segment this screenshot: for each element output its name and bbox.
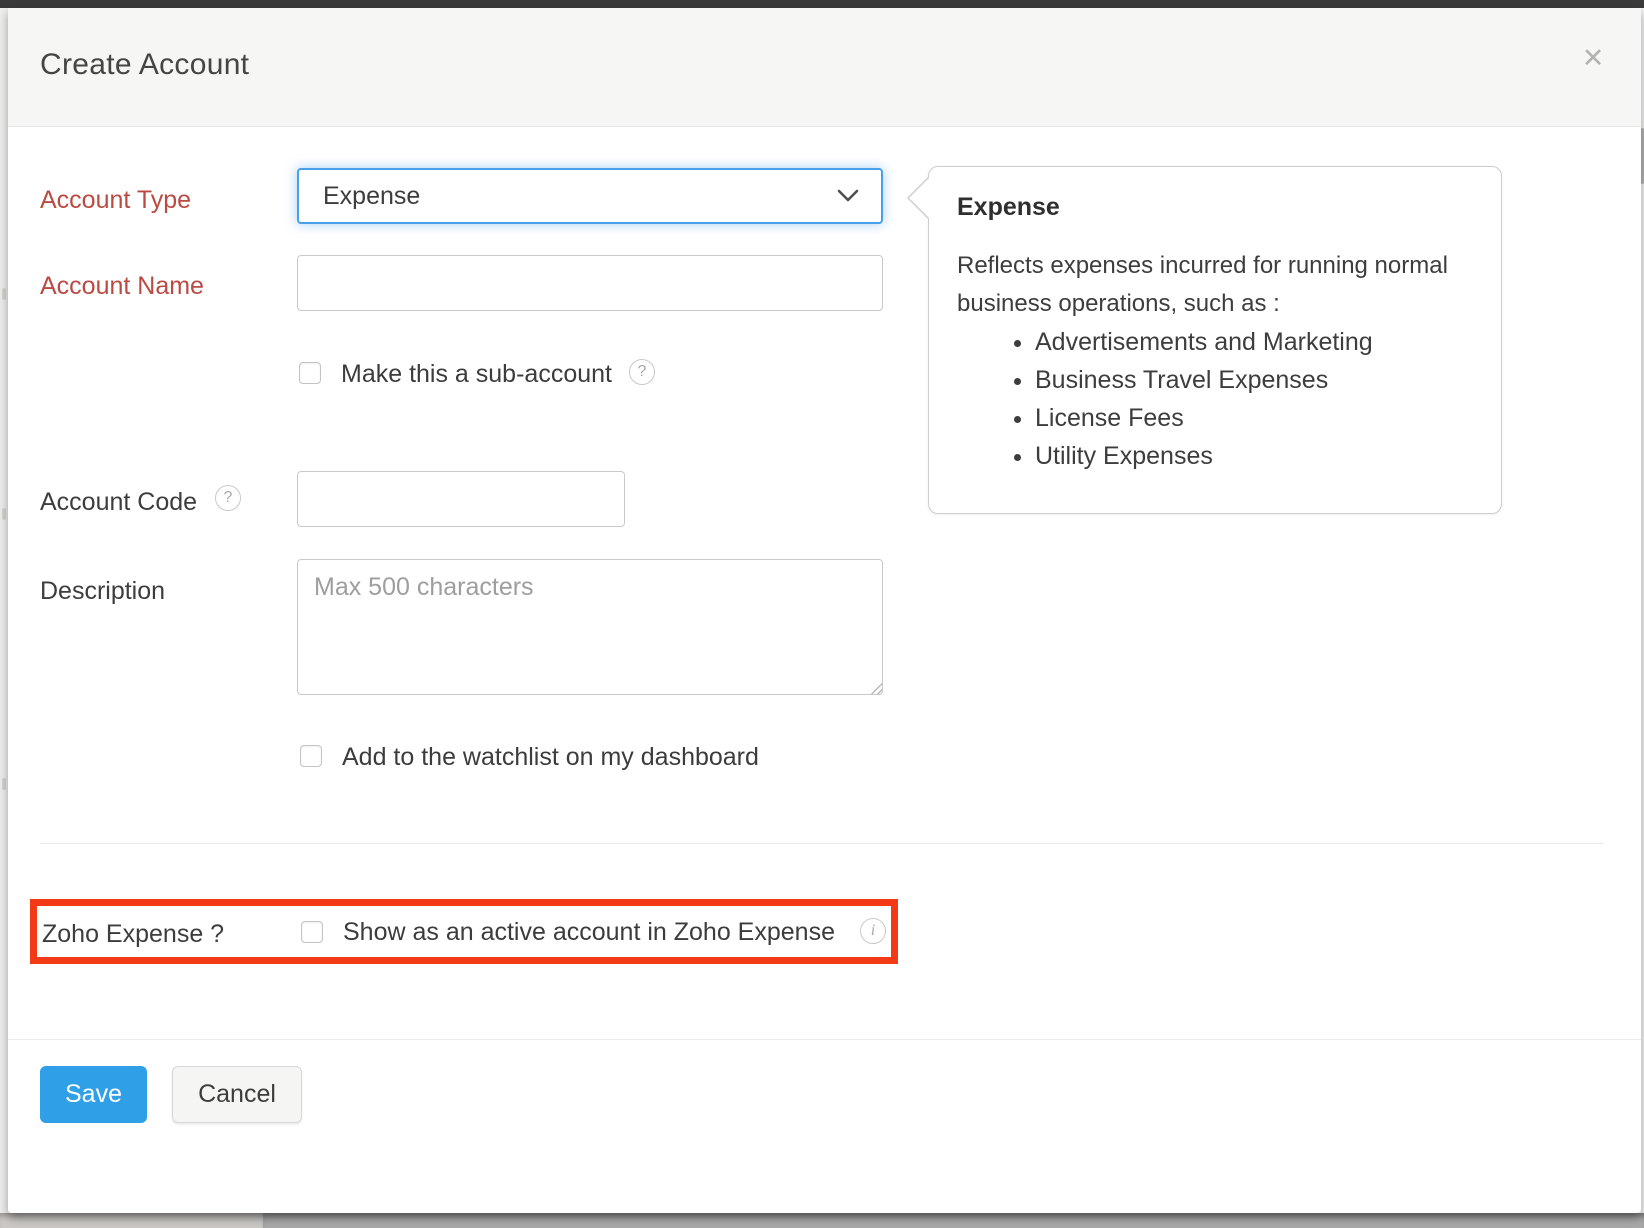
account-code-label: Account Code — [40, 488, 197, 517]
watchlist-checkbox-label: Add to the watchlist on my dashboard — [342, 743, 759, 772]
account-type-popover: Expense Reflects expenses incurred for r… — [928, 166, 1502, 514]
sub-account-checkbox[interactable] — [299, 362, 321, 384]
account-name-label: Account Name — [40, 272, 204, 301]
footer-divider — [8, 1039, 1641, 1040]
account-type-select[interactable]: Expense — [297, 168, 883, 224]
page-behind-content-mark — [2, 288, 6, 300]
page-behind-bottom-right — [263, 1213, 1644, 1228]
zoho-expense-checkbox[interactable] — [301, 921, 323, 943]
popover-description: Reflects expenses incurred for running n… — [957, 247, 1462, 323]
description-textarea[interactable] — [297, 559, 883, 695]
popover-example-item: License Fees — [1035, 399, 1479, 437]
screen: Create Account ✕ Account Type Expense Ex… — [0, 0, 1644, 1228]
create-account-modal: Create Account ✕ Account Type Expense Ex… — [8, 8, 1641, 1213]
close-icon[interactable]: ✕ — [1573, 38, 1613, 78]
watchlist-checkbox[interactable] — [300, 745, 322, 767]
sub-account-checkbox-label: Make this a sub-account — [341, 360, 612, 389]
popover-example-item: Business Travel Expenses — [1035, 361, 1479, 399]
account-name-input[interactable] — [297, 255, 883, 311]
page-behind-content-mark — [2, 778, 6, 790]
zoho-expense-label: Zoho Expense ? — [42, 920, 224, 949]
info-icon[interactable]: i — [860, 918, 886, 944]
account-type-selected-value: Expense — [323, 170, 420, 222]
page-behind-top-strip — [0, 0, 1644, 8]
page-behind-left-strip — [0, 8, 8, 1213]
modal-title: Create Account — [40, 48, 249, 82]
cancel-button[interactable]: Cancel — [172, 1066, 302, 1123]
account-type-label: Account Type — [40, 186, 191, 215]
popover-example-item: Utility Expenses — [1035, 437, 1479, 475]
zoho-expense-checkbox-label: Show as an active account in Zoho Expens… — [343, 918, 835, 947]
help-icon[interactable]: ? — [629, 359, 655, 385]
section-divider — [40, 843, 1604, 844]
save-button[interactable]: Save — [40, 1066, 147, 1123]
description-label: Description — [40, 577, 165, 606]
chevron-down-icon — [837, 189, 859, 208]
popover-example-list: Advertisements and MarketingBusiness Tra… — [1009, 323, 1479, 475]
help-icon[interactable]: ? — [215, 485, 241, 511]
popover-example-item: Advertisements and Marketing — [1035, 323, 1479, 361]
page-behind-bottom-left — [0, 1213, 263, 1228]
page-behind-content-mark — [2, 508, 6, 520]
popover-title: Expense — [957, 193, 1060, 222]
account-code-input[interactable] — [297, 471, 625, 527]
popover-arrow-fill — [909, 178, 929, 218]
modal-header: Create Account ✕ — [8, 8, 1641, 127]
